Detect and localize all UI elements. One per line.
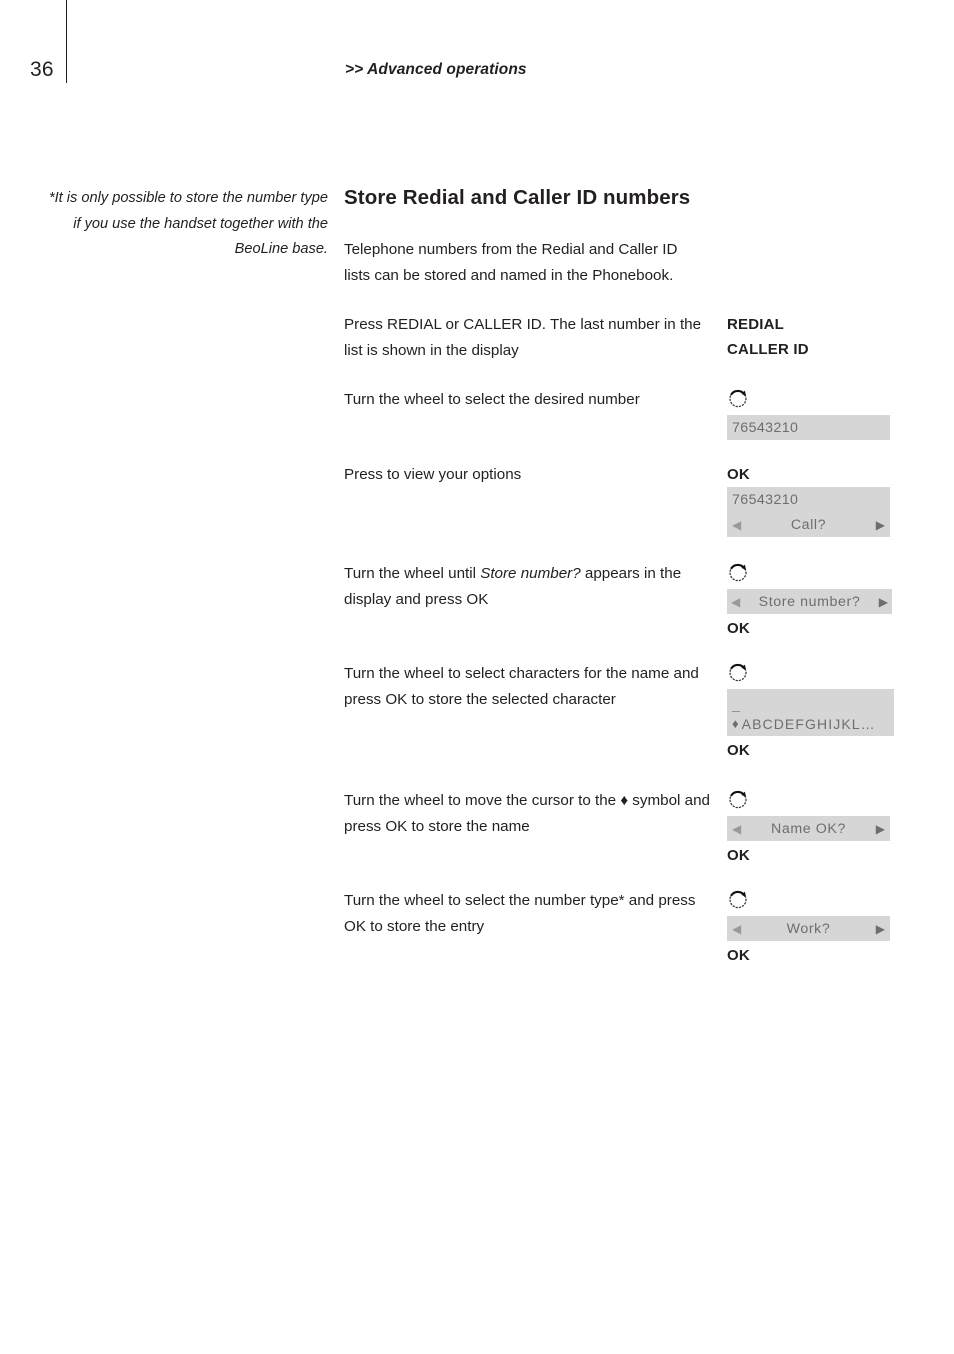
key-label-ok: OK <box>727 947 750 964</box>
display-option: Work? <box>786 920 831 937</box>
display-option: Name OK? <box>771 820 846 837</box>
key-label-ok: OK <box>727 742 750 759</box>
display-option: Store number? <box>758 593 861 610</box>
key-label-redial: REDIAL <box>727 316 785 333</box>
page-title: Store Redial and Caller ID numbers <box>344 186 691 209</box>
handset-display: ◀ Store number? ▶ <box>727 589 892 614</box>
page-number: 36 <box>30 58 54 81</box>
step-instruction: Turn the wheel until Store number? appea… <box>344 565 682 608</box>
display-row: ♦ ABCDEFGHIJKL… <box>727 711 894 736</box>
handset-display: 76543210 ◀ Call? ▶ <box>727 487 890 537</box>
step-instruction: Turn the wheel to select the number type… <box>344 892 696 935</box>
display-row: 76543210 <box>727 415 890 440</box>
step-visual: ◀ Store number? ▶ OK <box>727 561 902 641</box>
chevron-right-icon: ▶ <box>875 921 885 936</box>
chevron-right-icon: ▶ <box>878 594 888 609</box>
display-number: 76543210 <box>732 491 799 508</box>
turn-wheel-icon <box>727 788 902 810</box>
step-visual: _ ♦ ABCDEFGHIJKL… OK <box>727 661 902 763</box>
step-visual: ◀ Work? ▶ OK <box>727 888 902 968</box>
handset-display: 76543210 <box>727 415 890 440</box>
step-instruction: Press to view your options <box>344 466 522 483</box>
chevron-right-icon: ▶ <box>875 821 885 836</box>
display-row: ◀ Store number? ▶ <box>727 589 892 614</box>
step-visual: 76543210 <box>727 387 902 440</box>
chevron-right-icon: ▶ <box>875 517 885 532</box>
display-number: 76543210 <box>732 419 799 436</box>
page-header-rule <box>66 0 67 83</box>
chevron-left-icon: ◀ <box>732 517 742 532</box>
text-cursor: _ <box>732 696 740 712</box>
key-label-ok: OK <box>727 466 750 483</box>
turn-wheel-icon <box>727 661 902 683</box>
display-row: 76543210 <box>727 487 890 512</box>
step-instruction: Press REDIAL or CALLER ID. The last numb… <box>344 316 702 359</box>
display-option: Call? <box>790 516 827 533</box>
section-breadcrumb: >> Advanced operations <box>345 61 527 78</box>
display-row: ◀ Work? ▶ <box>727 916 890 941</box>
turn-wheel-icon <box>727 561 902 583</box>
display-row: ◀ Call? ▶ <box>727 512 890 537</box>
step-instruction: Turn the wheel to select characters for … <box>344 665 699 708</box>
key-label-ok: OK <box>727 847 750 864</box>
step-visual: ◀ Name OK? ▶ OK <box>727 788 902 868</box>
turn-wheel-icon <box>727 888 902 910</box>
handset-display: ◀ Work? ▶ <box>727 916 890 941</box>
step-instruction: Turn the wheel to move the cursor to the… <box>344 792 710 835</box>
handset-display: ◀ Name OK? ▶ <box>727 816 890 841</box>
step-visual: REDIAL CALLER ID <box>727 312 902 362</box>
chevron-left-icon: ◀ <box>732 921 742 936</box>
intro-paragraph: Telephone numbers from the Redial and Ca… <box>344 241 678 284</box>
display-alphabet: ABCDEFGHIJKL… <box>741 715 876 732</box>
chevron-left-icon: ◀ <box>732 821 742 836</box>
display-row: _ <box>727 689 894 711</box>
chevron-left-icon: ◀ <box>731 594 741 609</box>
key-label-ok: OK <box>727 620 750 637</box>
key-label-caller-id: CALLER ID <box>727 341 809 358</box>
footnote-number-type: *It is only possible to store the number… <box>48 190 328 257</box>
turn-wheel-icon <box>727 387 902 409</box>
step-instruction: Turn the wheel to select the desired num… <box>344 391 640 408</box>
step-visual: OK 76543210 ◀ Call? ▶ <box>727 462 902 537</box>
display-row: ◀ Name OK? ▶ <box>727 816 890 841</box>
handset-display: _ ♦ ABCDEFGHIJKL… <box>727 689 894 736</box>
diamond-icon: ♦ <box>732 716 739 731</box>
